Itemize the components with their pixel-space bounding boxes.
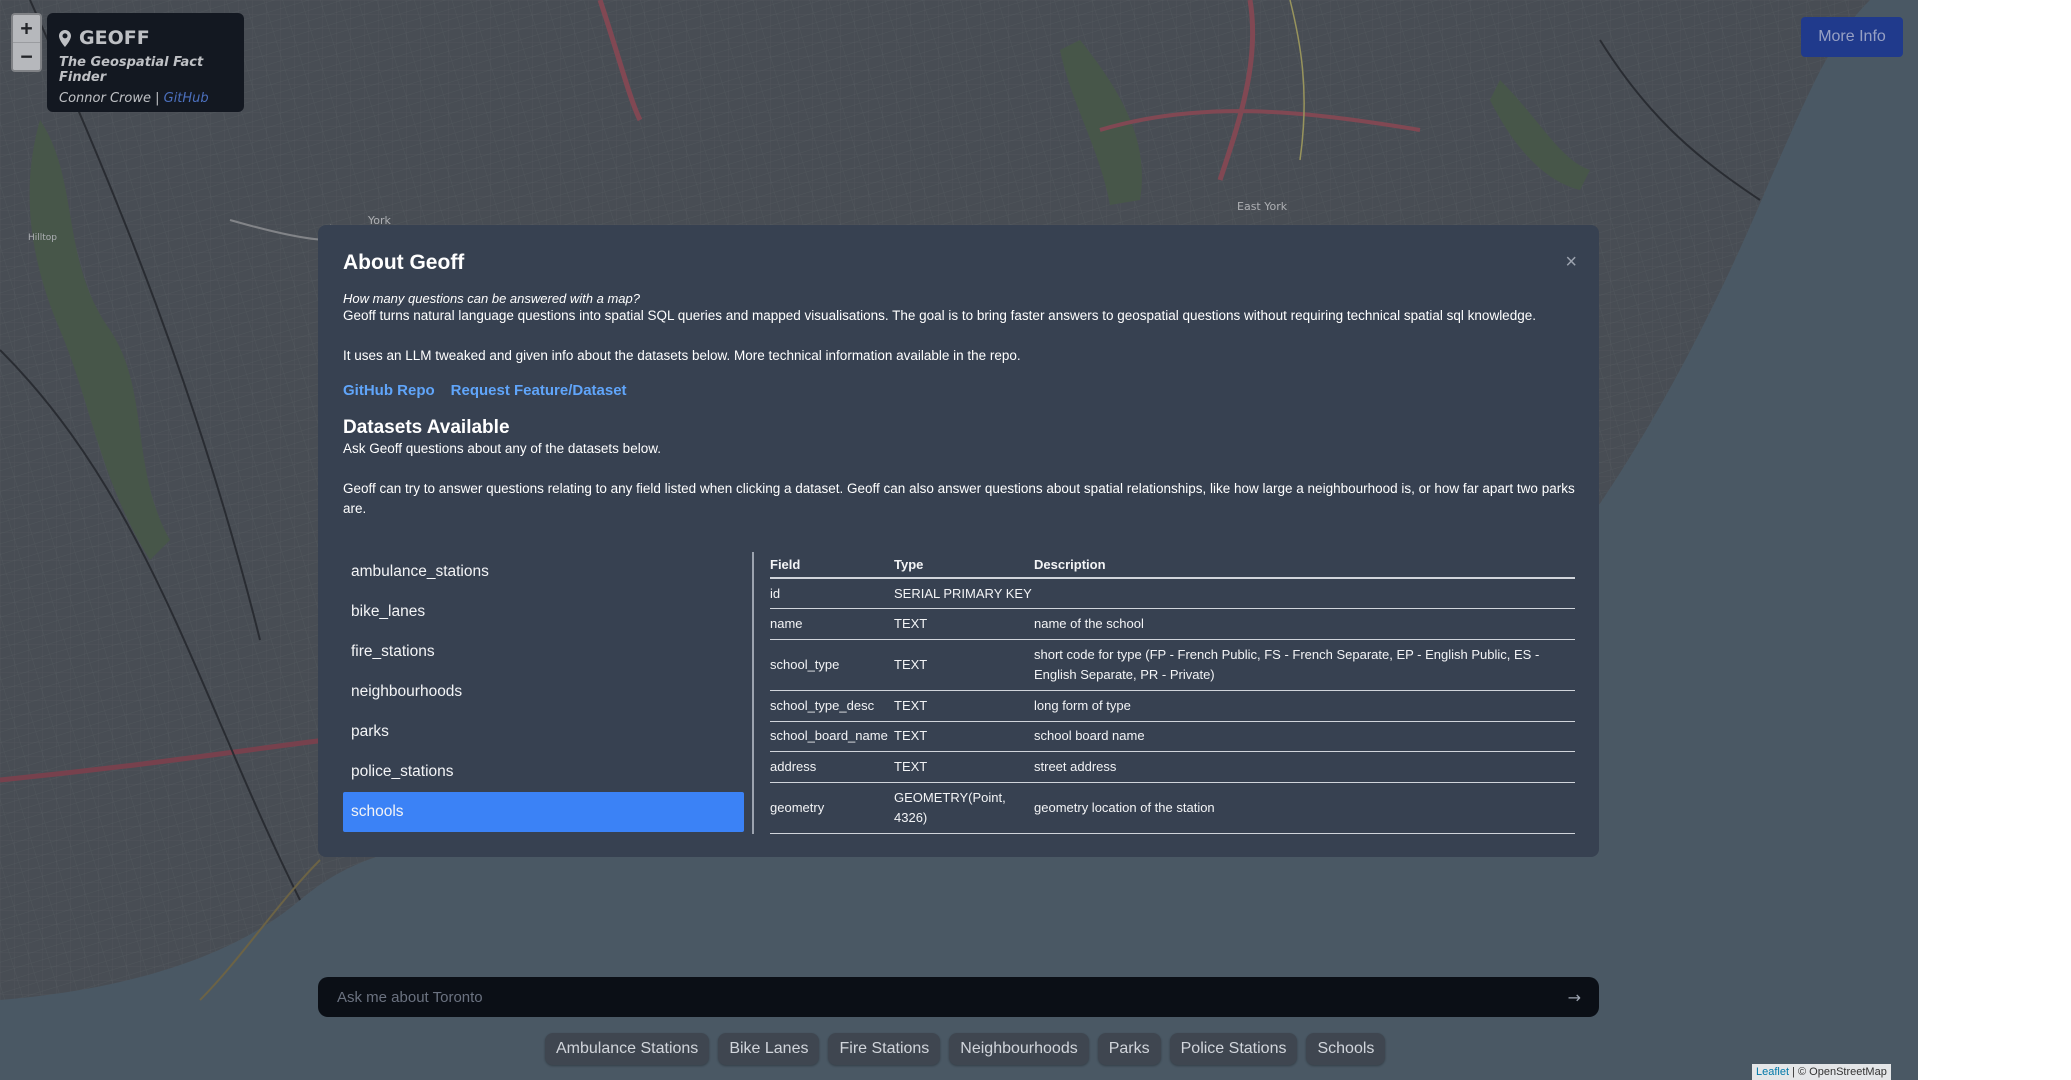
dataset-divider — [752, 552, 754, 834]
dataset-list: ambulance_stations bike_lanes fire_stati… — [343, 552, 744, 834]
column-header-description: Description — [1034, 552, 1575, 579]
query-bar: → — [318, 977, 1599, 1017]
cell-description: long form of type — [1034, 690, 1575, 722]
table-row: school_board_name TEXT school board name — [770, 721, 1575, 753]
dataset-item-neighbourhoods[interactable]: neighbourhoods — [343, 672, 744, 712]
cell-field: id — [770, 578, 894, 610]
datasets-help: Geoff can try to answer questions relati… — [343, 481, 1575, 516]
cell-type: TEXT — [894, 751, 1034, 783]
table-row: school_type TEXT short code for type (FP… — [770, 639, 1575, 692]
dataset-item-police-stations[interactable]: police_stations — [343, 752, 744, 792]
map-attribution: Leaflet | © OpenStreetMap — [1752, 1064, 1891, 1080]
dataset-item-bike-lanes[interactable]: bike_lanes — [343, 592, 744, 632]
dataset-item-parks[interactable]: parks — [343, 712, 744, 752]
chip-bike-lanes[interactable]: Bike Lanes — [718, 1033, 820, 1065]
modal-intro: Geoff turns natural language questions i… — [343, 308, 1536, 323]
dataset-item-fire-stations[interactable]: fire_stations — [343, 632, 744, 672]
chip-parks[interactable]: Parks — [1097, 1033, 1161, 1065]
query-input[interactable] — [335, 987, 1568, 1007]
close-icon[interactable]: × — [1565, 251, 1577, 274]
cell-description — [1034, 578, 1575, 610]
dataset-chips: Ambulance Stations Bike Lanes Fire Stati… — [545, 1033, 1386, 1065]
submit-arrow-icon[interactable]: → — [1568, 988, 1581, 1007]
cell-type: TEXT — [894, 690, 1034, 722]
dataset-fields-table: Field Type Description id SERIAL PRIMARY… — [770, 552, 1575, 835]
table-row: address TEXT street address — [770, 751, 1575, 783]
cell-field: school_type — [770, 639, 894, 692]
table-row: school_type_desc TEXT long form of type — [770, 690, 1575, 722]
cell-description: short code for type (FP - French Public,… — [1034, 639, 1575, 692]
table-row: id SERIAL PRIMARY KEY — [770, 578, 1575, 610]
datasets-intro: Ask Geoff questions about any of the dat… — [343, 441, 661, 456]
chip-fire-stations[interactable]: Fire Stations — [828, 1033, 941, 1065]
cell-description: street address — [1034, 751, 1575, 783]
chip-ambulance-stations[interactable]: Ambulance Stations — [545, 1033, 710, 1065]
chip-police-stations[interactable]: Police Stations — [1169, 1033, 1298, 1065]
cell-type: SERIAL PRIMARY KEY — [894, 578, 1034, 610]
cell-field: geometry — [770, 782, 894, 835]
leaflet-link[interactable]: Leaflet — [1756, 1066, 1789, 1078]
column-header-field: Field — [770, 552, 894, 579]
osm-attribution: | © OpenStreetMap — [1792, 1066, 1887, 1078]
cell-field: address — [770, 751, 894, 783]
dataset-item-schools[interactable]: schools — [343, 792, 744, 832]
cell-type: GEOMETRY(Point, 4326) — [894, 782, 1034, 835]
modal-links: GitHub Repo Request Feature/Dataset — [343, 382, 1575, 399]
cell-type: TEXT — [894, 608, 1034, 640]
cell-description: school board name — [1034, 721, 1575, 753]
cell-description: geometry location of the station — [1034, 782, 1575, 835]
about-modal: × About Geoff How many questions can be … — [318, 225, 1599, 857]
table-row: geometry GEOMETRY(Point, 4326) geometry … — [770, 782, 1575, 835]
modal-title: About Geoff — [343, 251, 465, 274]
column-header-type: Type — [894, 552, 1034, 579]
cell-type: TEXT — [894, 721, 1034, 753]
modal-tagline: How many questions can be answered with … — [343, 291, 640, 306]
dataset-item-ambulance-stations[interactable]: ambulance_stations — [343, 552, 744, 592]
cell-type: TEXT — [894, 639, 1034, 692]
cell-description: name of the school — [1034, 608, 1575, 640]
modal-llm-note: It uses an LLM tweaked and given info ab… — [343, 348, 1021, 363]
github-repo-link[interactable]: GitHub Repo — [343, 382, 435, 399]
table-row: name TEXT name of the school — [770, 608, 1575, 640]
datasets-panel: ambulance_stations bike_lanes fire_stati… — [343, 552, 1575, 835]
request-feature-link[interactable]: Request Feature/Dataset — [451, 382, 627, 399]
table-header-row: Field Type Description — [770, 552, 1575, 579]
cell-field: school_type_desc — [770, 690, 894, 722]
chip-schools[interactable]: Schools — [1306, 1033, 1386, 1065]
datasets-title: Datasets Available — [343, 417, 510, 438]
cell-field: school_board_name — [770, 721, 894, 753]
chip-neighbourhoods[interactable]: Neighbourhoods — [949, 1033, 1089, 1065]
cell-field: name — [770, 608, 894, 640]
